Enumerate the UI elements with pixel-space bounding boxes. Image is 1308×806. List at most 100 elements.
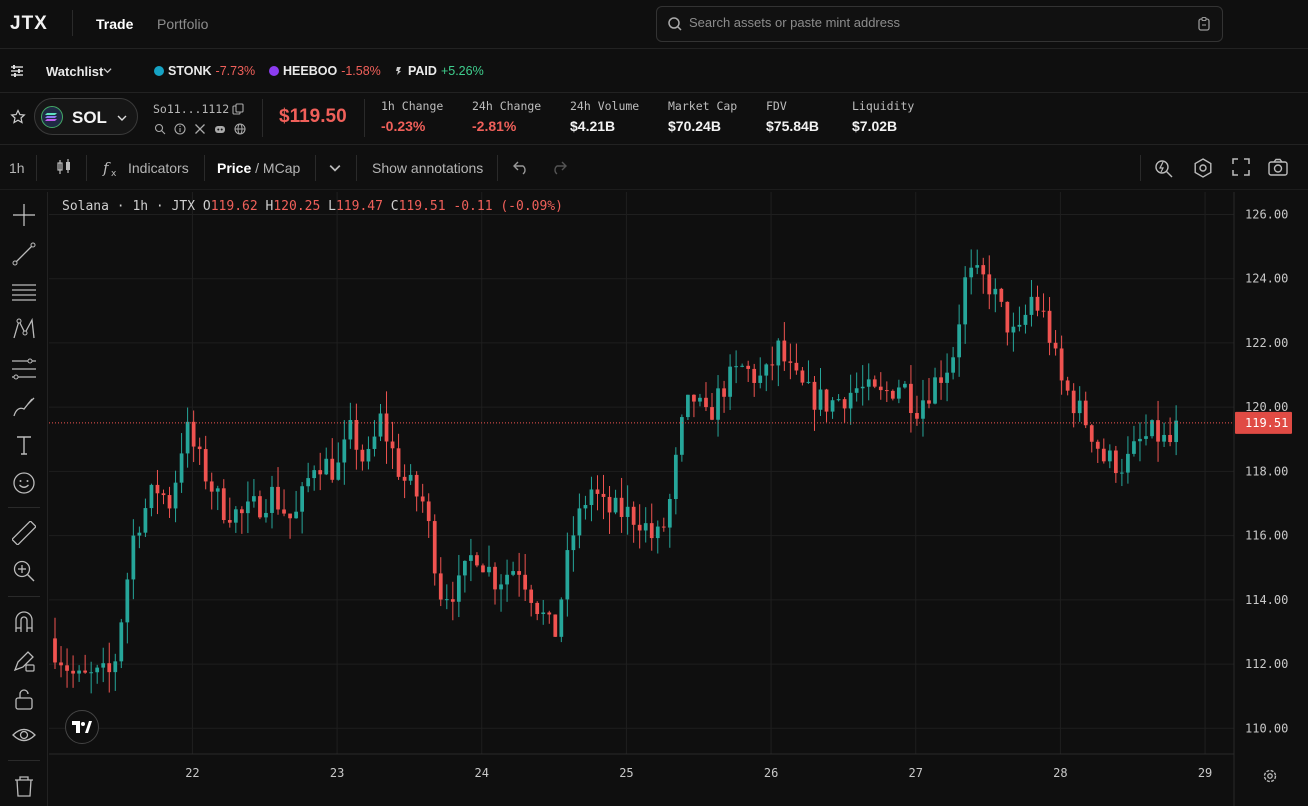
toolbar-divider [8, 596, 40, 597]
watchlist-item-heeboo[interactable]: HEEBOO -1.58% [269, 64, 381, 78]
quick-search-icon[interactable] [1154, 158, 1174, 178]
price-chart[interactable]: 126.00 124.00 122.00 120.00 118.00 116.00 114.… [49, 192, 1308, 806]
axis-settings-gear-icon[interactable] [1262, 768, 1278, 784]
candle-up [854, 388, 859, 393]
candle-up [456, 575, 461, 602]
x-tick-label: 25 [619, 766, 633, 780]
candle-down [481, 565, 485, 573]
search-input[interactable] [689, 15, 1189, 30]
indicators-button[interactable]: Indicators [128, 160, 189, 176]
magnet-icon[interactable] [12, 610, 36, 634]
trash-icon[interactable] [12, 774, 36, 798]
candle-down [258, 496, 262, 518]
candle-down [1005, 301, 1010, 333]
candle-down [414, 474, 419, 497]
info-icon[interactable] [174, 123, 186, 135]
candle-up [463, 560, 467, 576]
x-twitter-icon[interactable] [194, 123, 206, 135]
candle-up [89, 672, 94, 674]
search-icon[interactable] [154, 123, 166, 135]
indicators-fx-icon[interactable]: fx [102, 158, 122, 178]
legend-open-label: O [202, 199, 211, 214]
candle-up [1077, 400, 1082, 414]
horizontal-lines-icon[interactable] [12, 280, 36, 304]
candle-down [65, 665, 69, 671]
undo-icon[interactable] [512, 158, 530, 176]
price-option[interactable]: Price [217, 160, 251, 176]
lock-drawing-icon[interactable] [12, 649, 36, 673]
candle-up [577, 508, 582, 536]
ruler-icon[interactable] [12, 521, 36, 545]
trend-line-icon[interactable] [12, 242, 36, 266]
candle-down [981, 265, 986, 275]
candle-up [312, 470, 317, 479]
candle-down [939, 377, 943, 383]
candle-down [1113, 450, 1118, 474]
nav-trade[interactable]: Trade [96, 16, 133, 32]
y-tick-label: 122.00 [1245, 336, 1288, 350]
favorite-star-icon[interactable] [10, 109, 26, 125]
last-price-label: 119.51 [1245, 416, 1288, 430]
candle-up [818, 389, 823, 410]
unlock-icon[interactable] [12, 687, 36, 711]
emoji-icon[interactable] [12, 471, 36, 495]
stat-1h-change: 1h Change -0.23% [381, 99, 443, 134]
chart-toolbar: 1h fx Indicators Price / MCap Show annot… [0, 145, 1308, 190]
stat-value: $75.84B [766, 118, 819, 134]
search-box[interactable] [656, 6, 1223, 42]
discord-icon[interactable] [214, 123, 226, 135]
zoom-in-icon[interactable] [12, 559, 36, 583]
mcap-option[interactable]: MCap [263, 160, 300, 176]
candle-up [1174, 420, 1179, 443]
app-logo[interactable]: JTX [10, 13, 48, 35]
camera-icon[interactable] [1268, 158, 1288, 176]
copy-icon[interactable] [232, 103, 244, 115]
watchlist-dropdown[interactable]: Watchlist [46, 64, 103, 79]
stat-value: -0.23% [381, 118, 426, 134]
legend-low: 119.47 [335, 199, 383, 214]
crosshair-icon[interactable] [12, 203, 36, 227]
eye-icon[interactable] [12, 723, 36, 747]
brush-icon[interactable] [12, 395, 36, 419]
candlestick-chart[interactable]: 126.00124.00122.00120.00118.00116.00114.… [49, 192, 1308, 806]
pattern-icon[interactable] [12, 318, 36, 342]
candle-up [1144, 436, 1148, 439]
paste-icon[interactable] [1196, 16, 1212, 32]
candle-up [1023, 314, 1028, 325]
sol-logo-icon [41, 106, 63, 128]
candle-down [53, 638, 57, 663]
candle-down [999, 288, 1004, 302]
candle-up [95, 667, 100, 673]
candle-up [866, 379, 871, 387]
filter-sliders-icon[interactable] [10, 64, 24, 78]
candle-down [1095, 441, 1100, 449]
candle-up [113, 661, 118, 673]
candlestick-type-icon[interactable] [55, 158, 73, 176]
candle-up [945, 372, 949, 383]
candle-down [987, 274, 992, 295]
chevron-down-icon[interactable] [329, 162, 341, 174]
candle-up [1017, 324, 1022, 327]
chevron-down-icon[interactable] [103, 66, 112, 75]
drawing-toolbar [0, 192, 48, 806]
redo-icon[interactable] [550, 158, 568, 176]
token-selector[interactable]: SOL [34, 98, 138, 135]
show-annotations-button[interactable]: Show annotations [372, 160, 483, 176]
fullscreen-icon[interactable] [1232, 158, 1250, 176]
watchlist-item-stonk[interactable]: STONK -7.73% [154, 64, 255, 78]
candle-down [239, 509, 244, 514]
settings-gear-icon[interactable] [1193, 158, 1213, 178]
candle-up [776, 340, 781, 366]
tradingview-logo[interactable] [65, 710, 99, 744]
price-mcap-toggle[interactable]: Price / MCap [217, 160, 300, 176]
nav-portfolio[interactable]: Portfolio [157, 16, 208, 32]
legend-change: -0.11 (-0.09%) [453, 199, 563, 214]
text-tool-icon[interactable] [12, 433, 36, 457]
fib-retracement-icon[interactable] [12, 357, 36, 381]
candle-down [360, 449, 365, 462]
toolbar-divider [1140, 155, 1141, 181]
candle-down [746, 365, 751, 369]
interval-selector[interactable]: 1h [9, 160, 25, 176]
globe-icon[interactable] [234, 123, 246, 135]
watchlist-item-paid[interactable]: PAID +5.26% [394, 64, 484, 78]
